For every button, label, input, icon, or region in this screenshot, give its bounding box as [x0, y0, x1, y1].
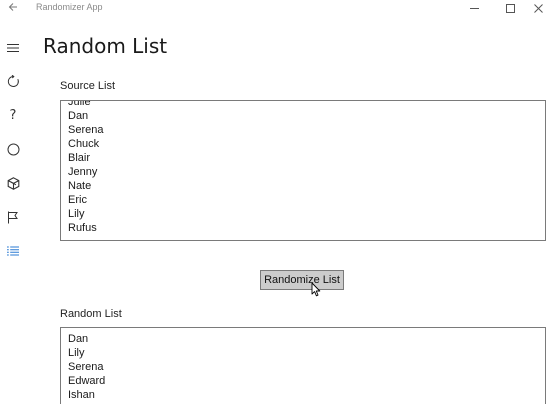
app-title: Randomizer App [36, 2, 103, 12]
circle-icon[interactable] [0, 137, 26, 161]
refresh-icon[interactable] [0, 69, 26, 93]
random-list-box[interactable]: Dan Lily Serena Edward Ishan [60, 327, 546, 404]
flag-icon[interactable] [0, 205, 26, 229]
list-item[interactable]: Jenny [68, 165, 103, 179]
help-icon[interactable]: ? [0, 103, 26, 127]
randomize-list-button[interactable]: Randomize List [260, 270, 344, 290]
list-item[interactable]: Rufus [68, 221, 103, 235]
list-item[interactable]: Lily [68, 207, 103, 221]
list-icon[interactable] [0, 239, 26, 263]
list-item[interactable]: Edward [68, 374, 105, 388]
random-list-items: Dan Lily Serena Edward Ishan [68, 332, 105, 402]
list-item[interactable]: Ishan [68, 388, 105, 402]
list-item[interactable]: Dan [68, 332, 105, 346]
source-list-label: Source List [60, 80, 116, 92]
random-list-label: Random List [60, 308, 122, 320]
close-icon[interactable] [520, 0, 550, 16]
cube-icon[interactable] [0, 171, 26, 195]
hamburger-menu-icon[interactable] [0, 36, 26, 60]
list-item[interactable]: Serena [68, 123, 103, 137]
app-window: Randomizer App ? Random List Source List… [0, 0, 550, 404]
list-item[interactable]: Blair [68, 151, 103, 165]
minimize-icon[interactable] [456, 0, 492, 16]
list-item[interactable]: Chuck [68, 137, 103, 151]
mouse-cursor-icon [311, 282, 321, 302]
source-list-items: Julie Dan Serena Chuck Blair Jenny Nate … [68, 101, 103, 235]
page-title: Random List [43, 34, 168, 58]
list-item[interactable]: Serena [68, 360, 105, 374]
back-arrow-icon[interactable] [6, 0, 20, 16]
list-item[interactable]: Julie [68, 101, 103, 109]
title-bar: Randomizer App [0, 0, 550, 16]
list-item[interactable]: Lily [68, 346, 105, 360]
source-list-box[interactable]: Julie Dan Serena Chuck Blair Jenny Nate … [60, 100, 546, 241]
list-item[interactable]: Dan [68, 109, 103, 123]
list-item[interactable]: Nate [68, 179, 103, 193]
list-item[interactable]: Eric [68, 193, 103, 207]
